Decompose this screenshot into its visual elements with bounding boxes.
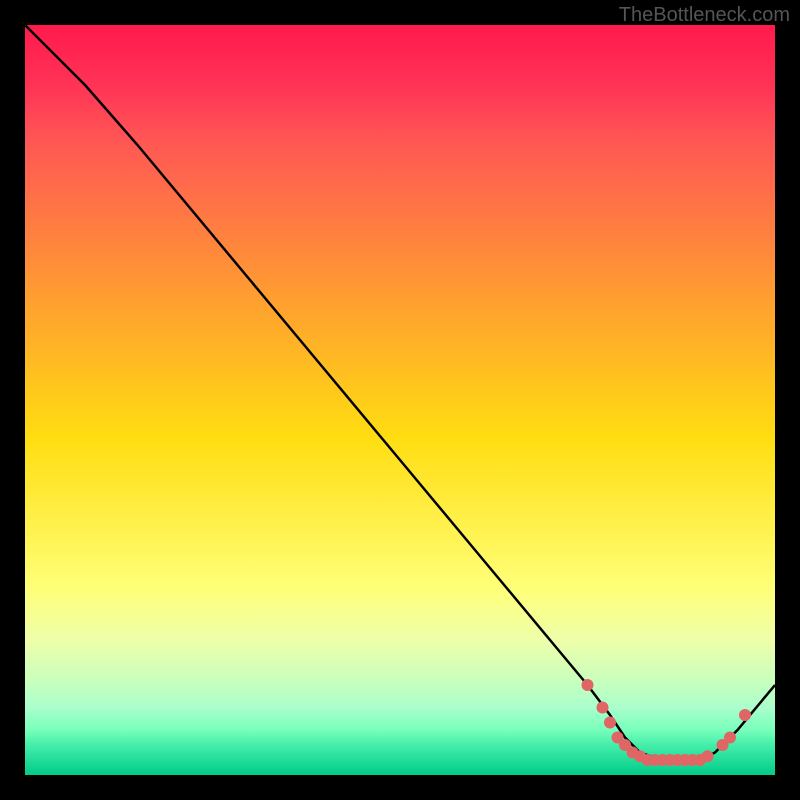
marker-dot xyxy=(739,709,751,721)
marker-dot xyxy=(702,750,714,762)
marker-dot xyxy=(604,717,616,729)
curve-line xyxy=(25,25,775,760)
marker-dot xyxy=(582,679,594,691)
curve-line-group xyxy=(25,25,775,760)
chart-gradient-background xyxy=(25,25,775,775)
marker-dot xyxy=(724,732,736,744)
marker-dots-group xyxy=(582,679,752,766)
watermark-text: TheBottleneck.com xyxy=(619,4,790,27)
marker-dot xyxy=(597,702,609,714)
chart-svg xyxy=(25,25,775,775)
